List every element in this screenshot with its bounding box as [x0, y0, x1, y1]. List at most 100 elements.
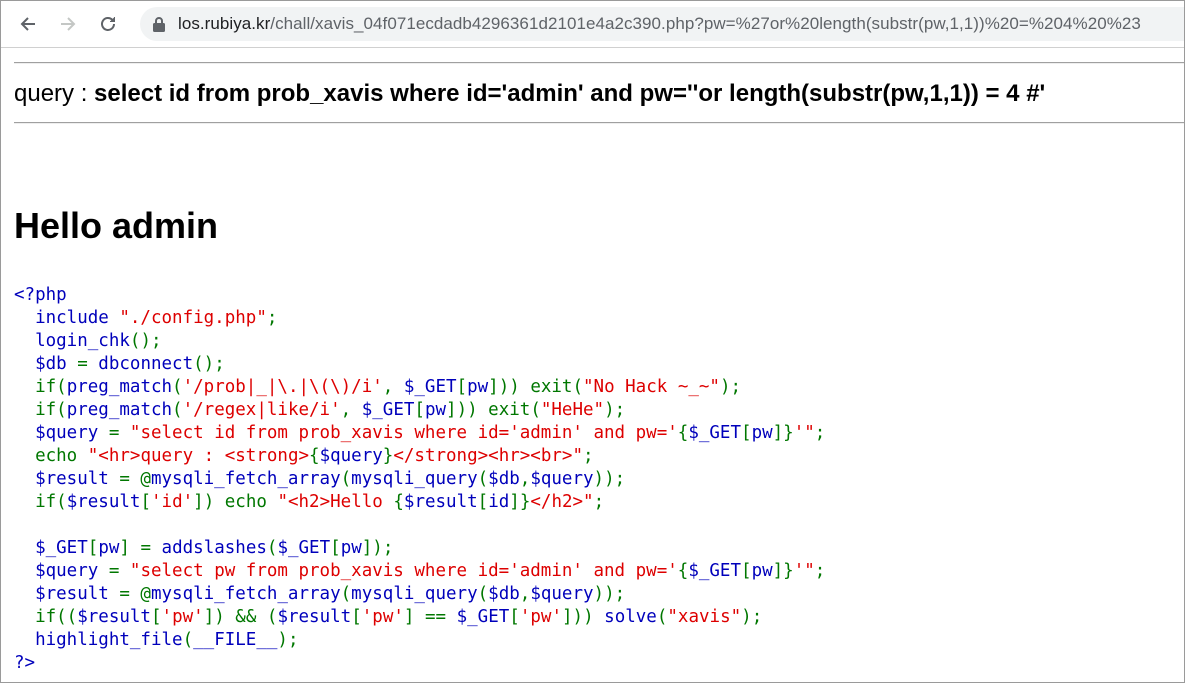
code-token: $_GET	[14, 538, 88, 558]
code-token: );	[277, 630, 299, 650]
code-token: 'pw'	[161, 607, 204, 627]
code-token: $query	[530, 584, 594, 604]
code-token: [	[140, 492, 151, 512]
code-token: pw	[98, 538, 120, 558]
code-token: $_GET	[403, 377, 457, 397]
code-token: solve	[604, 607, 657, 627]
arrow-left-icon	[20, 17, 35, 31]
code-token: [	[87, 538, 99, 558]
code-line: $result = @mysqli_fetch_array(mysqli_que…	[14, 468, 825, 491]
code-token: mysqli_query	[351, 469, 478, 489]
code-token: ;	[583, 446, 594, 466]
code-token: {	[309, 446, 320, 466]
forward-button[interactable]	[54, 10, 82, 38]
code-token: [	[150, 607, 162, 627]
code-token: (	[266, 538, 278, 558]
code-token: if((	[14, 607, 78, 627]
browser-toolbar: los.rubiya.kr/chall/xavis_04f071ecdadb42…	[0, 0, 1185, 48]
code-token: $result	[403, 492, 478, 512]
code-token: );	[741, 607, 763, 627]
code-token: preg_match	[66, 400, 173, 420]
code-token: '"	[793, 561, 815, 581]
lock-icon	[153, 17, 165, 32]
code-token: $_GET	[361, 400, 415, 420]
code-line: include "./config.php";	[14, 307, 825, 330]
code-token: ;	[593, 492, 605, 512]
code-token: ;	[814, 561, 826, 581]
code-line: if(preg_match('/regex|like/i', $_GET[pw]…	[14, 399, 825, 422]
code-token: (	[182, 630, 194, 650]
code-token: ));	[593, 584, 626, 604]
code-token: '/regex|like/i'	[182, 400, 341, 420]
back-button[interactable]	[14, 10, 42, 38]
code-token: pw	[751, 423, 773, 443]
code-token: = @	[119, 469, 151, 489]
code-token: </h2>"	[530, 492, 594, 512]
url-host: los.rubiya.kr	[178, 14, 271, 33]
code-token: "No Hack ~_~"	[583, 377, 720, 397]
code-token: $db	[488, 584, 520, 604]
code-token: (	[477, 584, 489, 604]
code-token: __FILE__	[193, 630, 278, 650]
code-token: (	[172, 377, 183, 397]
code-token: preg_match	[66, 377, 173, 397]
code-token: $result	[66, 492, 141, 512]
address-bar[interactable]: los.rubiya.kr/chall/xavis_04f071ecdadb42…	[140, 7, 1185, 41]
code-token: "<h2>Hello	[277, 492, 394, 512]
code-token: "HeHe"	[540, 400, 605, 420]
code-token: ]}	[509, 492, 531, 512]
divider-top	[14, 62, 1185, 64]
code-token: [	[351, 607, 362, 627]
code-token: ?>	[14, 653, 36, 673]
code-token: ])) exit(	[488, 377, 583, 397]
code-token: [	[509, 607, 520, 627]
code-token: ]) echo	[193, 492, 278, 512]
code-line: $db = dbconnect();	[14, 353, 825, 376]
code-token: );	[604, 400, 626, 420]
code-line	[14, 514, 825, 537]
code-token: dbconnect	[98, 354, 194, 374]
code-token: =	[108, 561, 130, 581]
reload-icon	[101, 17, 115, 31]
code-token: (	[656, 607, 668, 627]
code-token: ])) exit(	[446, 400, 541, 420]
code-token: $result	[14, 584, 120, 604]
code-token: "select id from prob_xavis where id='adm…	[129, 423, 678, 443]
code-token: mysqli_fetch_array	[150, 469, 341, 489]
code-token: pw	[424, 400, 447, 420]
code-token: $query	[14, 423, 109, 443]
code-token: echo	[14, 446, 88, 466]
code-token: [	[741, 423, 752, 443]
code-token: $db	[14, 354, 78, 374]
code-token: (	[172, 400, 183, 420]
code-token: id	[488, 492, 510, 512]
code-token: "./config.php"	[119, 308, 267, 328]
code-token: </strong><hr><br>"	[393, 446, 583, 466]
code-token: '"	[793, 423, 815, 443]
code-token: (	[340, 469, 352, 489]
reload-button[interactable]	[94, 10, 122, 38]
code-token: mysqli_query	[351, 584, 478, 604]
code-token: "select pw from prob_xavis where id='adm…	[129, 561, 678, 581]
code-token: ,	[519, 584, 531, 604]
code-token: ]) && (	[203, 607, 278, 627]
code-token: ]}	[772, 561, 794, 581]
code-token: mysqli_fetch_array	[150, 584, 341, 604]
code-token: ]);	[361, 538, 394, 558]
code-token: {	[393, 492, 404, 512]
code-token: }	[382, 446, 394, 466]
code-token: ,	[340, 400, 362, 420]
code-token: ] =	[119, 538, 162, 558]
code-token: [	[414, 400, 425, 420]
code-token: 'id'	[151, 492, 194, 512]
code-token: );	[719, 377, 742, 397]
code-token: $query	[530, 469, 594, 489]
code-token: if(	[14, 492, 67, 512]
code-token: include	[14, 308, 120, 328]
code-token: {	[677, 561, 689, 581]
code-token: ] ==	[403, 607, 457, 627]
code-line: if(preg_match('/prob|_|\.|\(\)/i', $_GET…	[14, 376, 825, 399]
code-token: if(	[14, 400, 67, 420]
code-token: 'pw'	[519, 607, 562, 627]
